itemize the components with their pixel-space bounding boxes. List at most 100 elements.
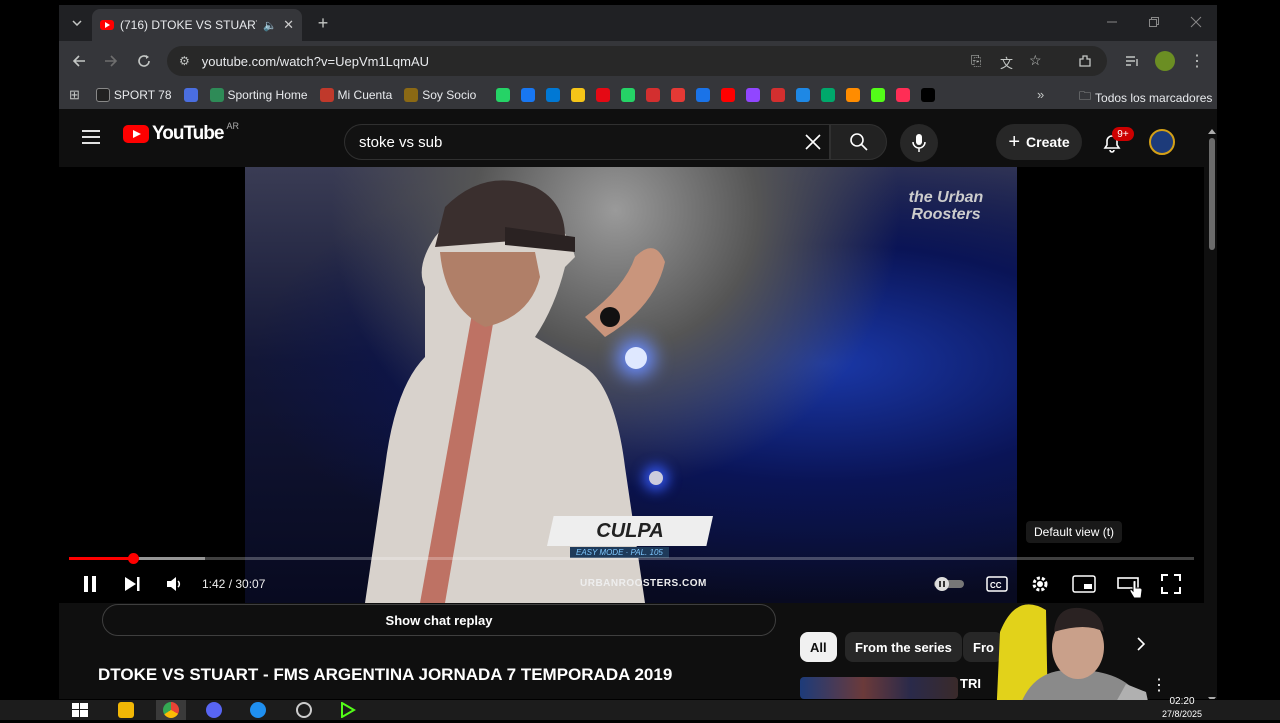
youtube-logo[interactable]: YouTube AR: [123, 121, 239, 145]
bookmark-favicon-icon[interactable]: [546, 88, 561, 102]
hamburger-menu-icon[interactable]: [81, 129, 101, 145]
voice-search-button[interactable]: [900, 124, 938, 162]
tab-search-chevron-icon[interactable]: [67, 14, 87, 32]
apps-grid-icon[interactable]: ⊞: [69, 87, 80, 103]
windows-start-icon[interactable]: [72, 703, 88, 722]
bookmark-favicon-icon[interactable]: [596, 88, 611, 102]
bookmark-favicon-icon[interactable]: [871, 88, 886, 102]
scroll-down-icon[interactable]: [1208, 690, 1216, 699]
install-app-icon[interactable]: ⎘: [971, 53, 981, 69]
page-scrollbar[interactable]: [1206, 118, 1217, 699]
discord-icon[interactable]: [206, 702, 222, 718]
site-info-icon[interactable]: ⚙: [179, 54, 190, 68]
captions-icon: CC: [986, 576, 1008, 592]
speaker-icon[interactable]: 🔈: [263, 19, 277, 32]
show-chat-replay-button[interactable]: Show chat replay: [102, 604, 776, 636]
fullscreen-icon: [1161, 574, 1181, 594]
all-bookmarks-folder[interactable]: 🗀 Todos los marcadores: [1079, 87, 1212, 108]
youtube-wordmark: YouTube: [152, 123, 224, 144]
media-controls-icon[interactable]: [1122, 51, 1142, 71]
plus-icon: +: [1008, 130, 1021, 153]
reload-icon[interactable]: [134, 51, 154, 71]
bookmark-favicon-icon[interactable]: [921, 88, 936, 102]
scroll-up-icon[interactable]: [1208, 121, 1216, 139]
create-button[interactable]: + Create: [996, 124, 1082, 160]
tab-strip: (716) DTOKE VS STUART - F 🔈 ✕ +: [59, 5, 1217, 41]
windows-taskbar: [0, 700, 1280, 720]
url-text: youtube.com/watch?v=UepVm1LqmAU: [201, 53, 430, 69]
chip-from-the-series[interactable]: From the series: [845, 632, 962, 662]
minimize-icon[interactable]: [1106, 15, 1118, 27]
obs-icon[interactable]: [296, 702, 312, 718]
urbanroosters-url-text: URBANROOSTERS.COM: [580, 578, 707, 589]
tab-youtube-video[interactable]: (716) DTOKE VS STUART - F 🔈 ✕: [92, 9, 302, 41]
autoplay-toggle[interactable]: [932, 572, 966, 596]
more-bookmarks-icon[interactable]: »: [1037, 87, 1044, 102]
bookmark-soy-socio[interactable]: Soy Socio: [404, 88, 476, 102]
related-video-title[interactable]: TRI: [960, 676, 981, 691]
profile-avatar[interactable]: [1155, 51, 1175, 71]
bookmark-favicon-icon[interactable]: [696, 88, 711, 102]
bookmark-favicon-icon[interactable]: [771, 88, 786, 102]
bookmark-favicon-icon[interactable]: [746, 88, 761, 102]
back-arrow-icon[interactable]: [69, 51, 89, 71]
bookmark-blue[interactable]: [183, 88, 198, 102]
bookmark-favicon-icon[interactable]: [721, 88, 736, 102]
bookmark-favicon-icon[interactable]: [571, 88, 586, 102]
bookmark-favicon-icon[interactable]: [496, 88, 511, 102]
blue-bookmark-icon: [183, 88, 198, 102]
translate-icon[interactable]: 文: [1000, 53, 1013, 72]
mute-button[interactable]: [163, 572, 185, 596]
bookmark-sporting-home[interactable]: Sporting Home: [209, 88, 308, 102]
scrubber-handle[interactable]: [127, 553, 139, 564]
new-tab-button[interactable]: +: [313, 13, 333, 33]
bookmark-star-icon[interactable]: ☆: [1029, 52, 1042, 69]
bookmark-icons-row: [496, 88, 936, 102]
chrome-menu-icon[interactable]: ⋮: [1187, 51, 1207, 71]
fullscreen-button[interactable]: [1159, 572, 1183, 596]
sport78-icon: [95, 88, 110, 102]
related-video-thumbnail[interactable]: [800, 677, 958, 699]
search-input[interactable]: stoke vs sub: [344, 124, 830, 160]
chrome-taskbar-active[interactable]: [156, 700, 186, 720]
account-avatar[interactable]: [1149, 129, 1175, 155]
youtube-play-logo-icon: [123, 125, 149, 143]
bookmark-favicon-icon[interactable]: [621, 88, 636, 102]
bookmark-favicon-icon[interactable]: [796, 88, 811, 102]
video-frame[interactable]: the Urban Roosters CULPA EASY MODE · PAL…: [245, 167, 1017, 603]
bookmark-favicon-icon[interactable]: [846, 88, 861, 102]
autoplay-toggle-icon: [934, 577, 964, 591]
extensions-icon[interactable]: [1075, 51, 1095, 71]
microphone-icon: [912, 134, 926, 152]
forward-arrow-icon[interactable]: [101, 51, 121, 71]
system-clock: 02:20 27/8/2025: [1162, 696, 1202, 720]
progress-bar[interactable]: [69, 553, 1194, 564]
bookmark-mi-cuenta[interactable]: Mi Cuenta: [319, 88, 392, 102]
played-bar: [69, 557, 133, 560]
bookmark-favicon-icon[interactable]: [521, 88, 536, 102]
search-query: stoke vs sub: [359, 133, 443, 151]
search-button[interactable]: [830, 124, 887, 160]
miniplayer-icon: [1072, 575, 1096, 593]
tab-close-icon[interactable]: ✕: [283, 17, 294, 33]
scrollbar-thumb[interactable]: [1209, 138, 1215, 250]
bookmark-favicon-icon[interactable]: [896, 88, 911, 102]
bookmark-favicon-icon[interactable]: [646, 88, 661, 102]
bookmark-sport78[interactable]: SPORT 78: [95, 88, 172, 102]
volume-icon: [167, 577, 181, 591]
address-bar[interactable]: ⚙ youtube.com/watch?v=UepVm1LqmAU ⎘ 文 ☆: [167, 46, 1107, 76]
clear-search-icon[interactable]: [804, 133, 822, 155]
bookmark-favicon-icon[interactable]: [821, 88, 836, 102]
app-icon[interactable]: [250, 702, 266, 718]
file-explorer-icon[interactable]: [118, 702, 134, 718]
pause-button[interactable]: [79, 572, 101, 596]
pause-icon: [84, 576, 96, 592]
next-button[interactable]: [121, 572, 143, 596]
soy-socio-icon: [404, 88, 419, 102]
youtube-header: YouTube AR stoke vs sub + Create: [59, 109, 1217, 167]
restore-icon[interactable]: [1148, 15, 1160, 27]
bookmark-favicon-icon[interactable]: [671, 88, 686, 102]
chip-all[interactable]: All: [800, 632, 837, 662]
close-window-icon[interactable]: [1190, 15, 1202, 28]
chrome-icon: [163, 702, 179, 718]
